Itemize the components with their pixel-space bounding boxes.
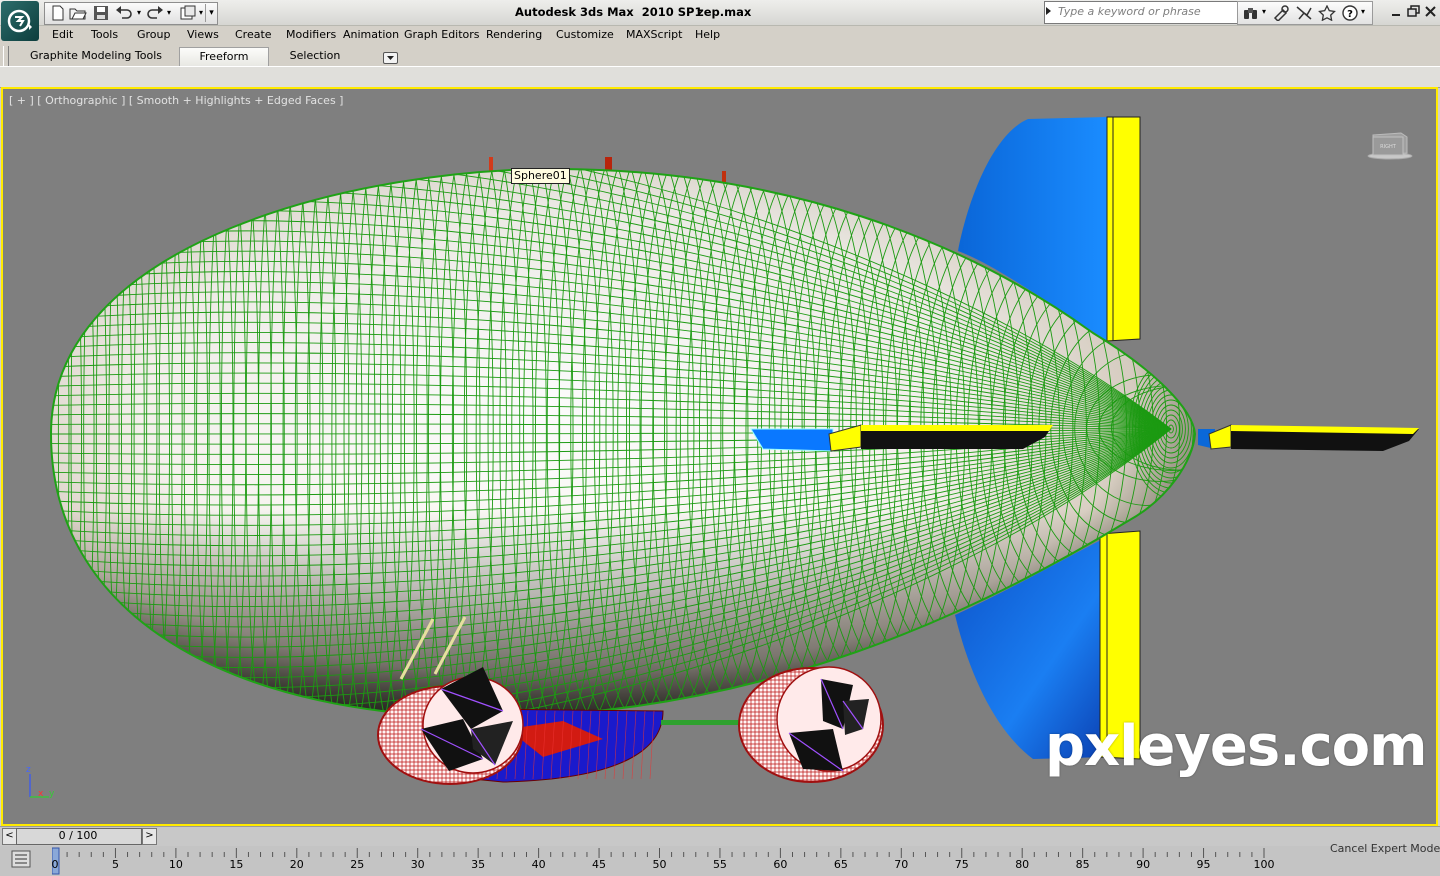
menu-rendering[interactable]: Rendering (486, 28, 542, 41)
previous-frame-button[interactable]: < (2, 828, 17, 845)
menu-help[interactable]: Help (695, 28, 720, 41)
ruler-label: 60 (773, 858, 788, 871)
viewport-label[interactable]: [ + ] [ Orthographic ] [ Smooth + Highli… (9, 94, 343, 107)
ruler-label: 70 (894, 858, 909, 871)
binoculars-icon[interactable] (1242, 5, 1260, 21)
application-button[interactable] (1, 1, 39, 41)
ruler-label: 25 (350, 858, 365, 871)
quick-access-toolbar: ▾ ▾ ▾ ▾ (44, 2, 218, 25)
ruler-label: 45 (592, 858, 607, 871)
open-file-icon[interactable] (69, 5, 87, 21)
search-dropdown-icon[interactable]: ▾ (1262, 7, 1266, 16)
minimize-icon[interactable] (1389, 4, 1404, 19)
ruler-label: 80 (1015, 858, 1030, 871)
time-slider-bar (0, 826, 1440, 847)
tab-graphite-modeling-tools[interactable]: Graphite Modeling Tools (20, 47, 172, 65)
restore-icon[interactable] (1406, 4, 1421, 19)
menu-tools[interactable]: Tools (91, 28, 118, 41)
rear-engine-nacelle (738, 666, 884, 783)
undo-dropdown-icon[interactable]: ▾ (137, 8, 141, 17)
ribbon-minimize-dropdown[interactable] (383, 52, 398, 64)
window-title: Autodesk 3ds Max 2010 SP1 (515, 5, 703, 19)
search-expand-icon[interactable] (1046, 7, 1051, 15)
qat-customize-icon[interactable]: ▾ (205, 4, 217, 22)
project-folder-icon[interactable] (179, 5, 197, 21)
viewcube-face-label: RIGHT (1380, 144, 1397, 150)
ruler-label: 20 (289, 858, 304, 871)
watermark: pxleyes.com (1045, 714, 1427, 779)
menu-maxscript[interactable]: MAXScript (626, 28, 682, 41)
mini-curve-editor-icon[interactable] (10, 849, 32, 869)
side-tail-fin (750, 424, 1053, 452)
next-frame-button[interactable]: > (142, 828, 157, 845)
subscription-center-icon[interactable] (1272, 5, 1290, 21)
ruler-label: 40 (531, 858, 546, 871)
file-name: zep.max (697, 5, 752, 19)
tab-freeform[interactable]: Freeform (179, 47, 269, 66)
menu-edit[interactable]: Edit (52, 28, 73, 41)
close-icon[interactable] (1423, 4, 1438, 19)
ruler-label: 50 (652, 858, 667, 871)
communication-center-icon[interactable] (1295, 5, 1313, 21)
right-tail-fin (1198, 424, 1419, 451)
menu-bar: Edit Tools Group Views Create Modifiers … (40, 26, 1440, 44)
ruler-label: 0 (51, 858, 59, 871)
axis-x-label: x (38, 789, 44, 799)
axis-y-label: y (49, 789, 55, 799)
redo-dropdown-icon[interactable]: ▾ (167, 8, 171, 17)
ruler-label: 10 (168, 858, 183, 871)
tab-selection[interactable]: Selection (274, 47, 356, 65)
ruler-label: 90 (1136, 858, 1151, 871)
viewcube-icon[interactable]: RIGHT (1367, 129, 1413, 161)
menu-views[interactable]: Views (187, 28, 219, 41)
menu-modifiers[interactable]: Modifiers (286, 28, 336, 41)
undo-icon[interactable] (115, 5, 133, 21)
help-icon[interactable]: ? (1341, 5, 1359, 21)
save-file-icon[interactable] (92, 5, 110, 21)
ruler-label: 95 (1196, 858, 1211, 871)
menu-create[interactable]: Create (235, 28, 272, 41)
chevron-down-icon (387, 56, 394, 60)
menu-animation[interactable]: Animation (343, 28, 399, 41)
ruler-label: 85 (1075, 858, 1090, 871)
frame-readout: 0 / 100 (58, 829, 98, 842)
favorites-star-icon[interactable] (1318, 5, 1336, 21)
ribbon-panel-strip (0, 66, 1440, 88)
ruler-label: 100 (1253, 858, 1275, 871)
help-dropdown-icon[interactable]: ▾ (1361, 7, 1365, 16)
menu-group[interactable]: Group (137, 28, 171, 41)
ruler-label: 5 (111, 858, 119, 871)
infocenter-toolbar: ▾ ? ▾ (1237, 1, 1373, 25)
ruler-label: 15 (229, 858, 244, 871)
menu-customize[interactable]: Customize (556, 28, 614, 41)
ruler-label: 35 (471, 858, 486, 871)
ruler-label: 55 (712, 858, 727, 871)
search-input[interactable] (1058, 3, 1233, 19)
axis-tripod-icon: z x y (26, 765, 55, 799)
axis-z-label: z (26, 765, 31, 775)
menu-graph-editors[interactable]: Graph Editors (404, 28, 480, 41)
ruler-label: 75 (954, 858, 969, 871)
ruler-label: 65 (833, 858, 848, 871)
object-name-tooltip: Sphere01 (511, 168, 570, 184)
redo-icon[interactable] (146, 5, 164, 21)
ruler-label: 30 (410, 858, 425, 871)
cancel-expert-mode[interactable]: Cancel Expert Mode (1330, 842, 1440, 855)
qat-dropdown-icon[interactable]: ▾ (199, 8, 203, 17)
svg-text:?: ? (1347, 9, 1353, 20)
new-file-icon[interactable] (49, 5, 67, 21)
3ds-max-logo-icon (7, 9, 32, 33)
